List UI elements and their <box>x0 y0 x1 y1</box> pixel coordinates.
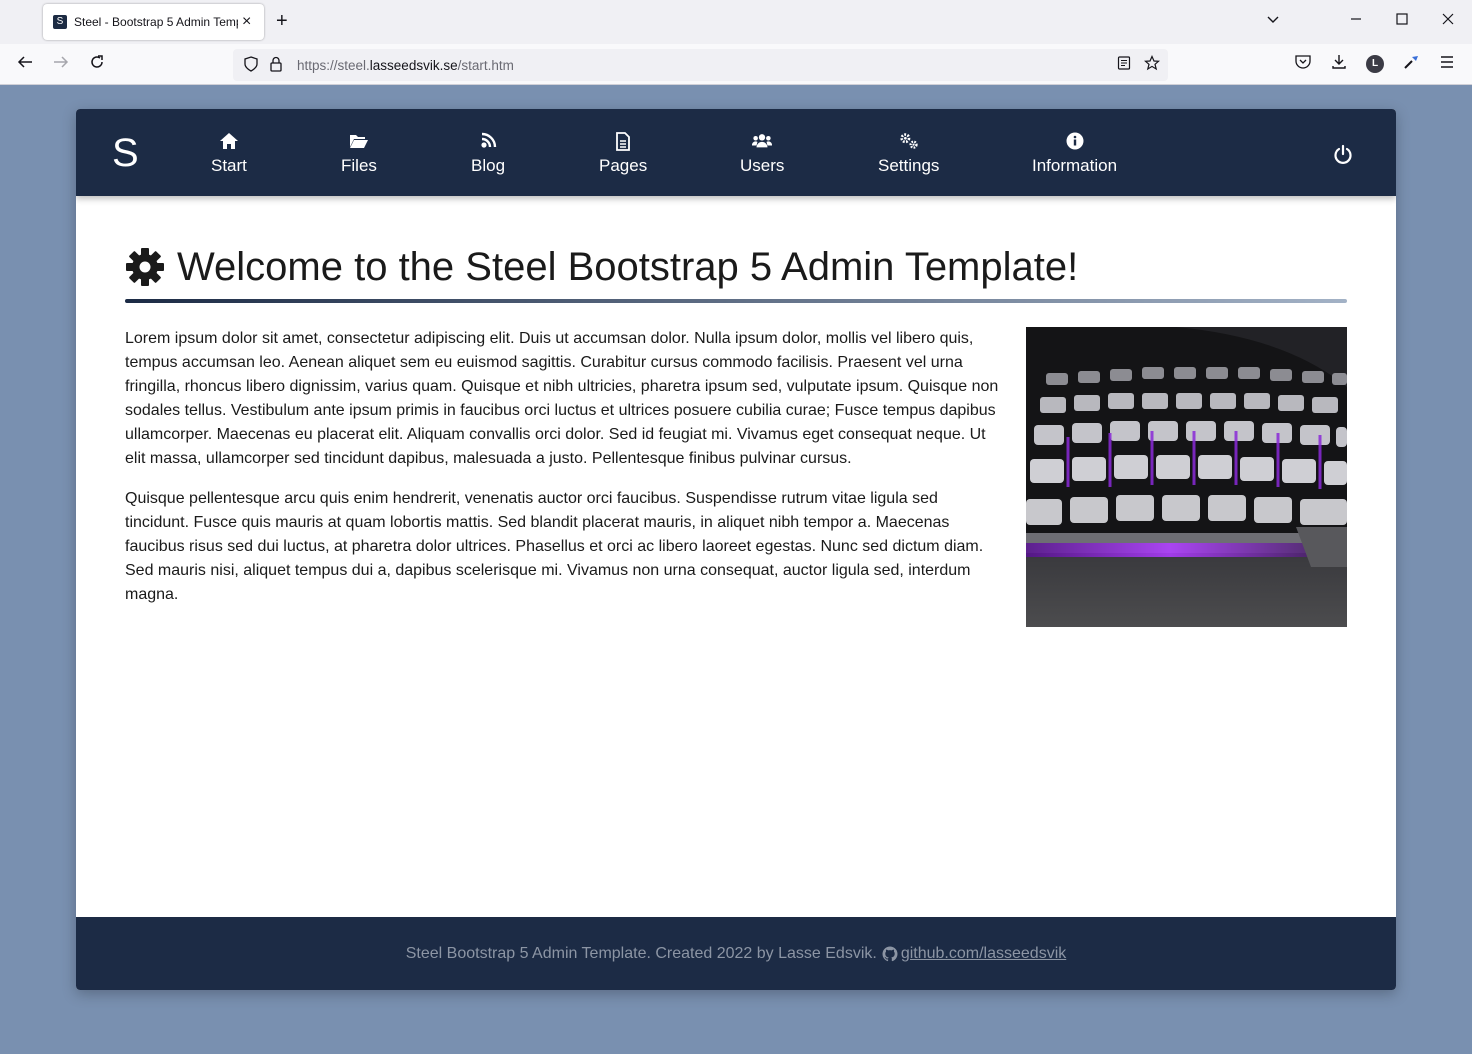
file-icon <box>613 131 633 151</box>
nav-label: Files <box>341 156 377 175</box>
pocket-icon[interactable] <box>1294 53 1312 78</box>
browser-toolbar: https://steel.lasseedsvik.se/start.htm <box>0 44 1472 85</box>
gear-icon <box>126 248 164 286</box>
nav-item-files[interactable]: Files <box>341 131 377 176</box>
nav-label: Blog <box>471 156 506 175</box>
new-tab-icon[interactable]: + <box>276 11 288 31</box>
nav-item-users[interactable]: Users <box>740 131 784 176</box>
nav-item-settings[interactable]: Settings <box>878 131 939 176</box>
nav-label: Settings <box>878 156 940 175</box>
downloads-icon[interactable] <box>1330 53 1348 78</box>
footer: Steel Bootstrap 5 Admin Template. Create… <box>76 917 1396 990</box>
lock-icon[interactable] <box>269 56 283 75</box>
cogs-icon <box>899 131 919 151</box>
power-icon[interactable] <box>1332 144 1354 166</box>
folder-open-icon <box>349 131 369 151</box>
paragraph: Quisque pellentesque arcu quis enim hend… <box>125 490 984 603</box>
browser-tab[interactable]: S Steel - Bootstrap 5 Admin Temp × <box>43 4 264 40</box>
github-icon <box>882 946 898 961</box>
favicon-icon: S <box>53 15 67 29</box>
bookmark-star-icon[interactable] <box>1143 55 1161 75</box>
nav-item-blog[interactable]: Blog <box>471 131 505 176</box>
close-tab-icon[interactable]: × <box>242 14 251 30</box>
close-window-icon[interactable] <box>1441 12 1455 32</box>
maximize-icon[interactable] <box>1395 12 1409 32</box>
paragraph: Lorem ipsum dolor sit amet, consectetur … <box>125 330 999 467</box>
footer-text: Steel Bootstrap 5 Admin Template. Create… <box>405 944 877 962</box>
page-heading: Welcome to the Steel Bootstrap 5 Admin T… <box>125 241 1347 293</box>
nav-item-information[interactable]: Information <box>1032 131 1117 176</box>
main-content: Welcome to the Steel Bootstrap 5 Admin T… <box>125 241 1347 627</box>
nav-item-start[interactable]: Start <box>211 131 247 176</box>
extension-icon[interactable] <box>1402 53 1420 78</box>
address-bar[interactable]: https://steel.lasseedsvik.se/start.htm <box>233 49 1168 81</box>
keyboard-photo <box>1026 327 1347 627</box>
nav-label: Start <box>211 156 247 175</box>
nav-label: Users <box>740 156 785 175</box>
menu-hamburger-icon[interactable] <box>1438 53 1456 78</box>
shield-icon[interactable] <box>243 55 259 75</box>
reload-icon[interactable] <box>88 53 106 77</box>
account-avatar[interactable]: L <box>1366 55 1384 73</box>
back-icon[interactable] <box>16 53 34 77</box>
nav-item-pages[interactable]: Pages <box>599 131 647 176</box>
content-row: Lorem ipsum dolor sit amet, consectetur … <box>125 327 1347 627</box>
url-text: https://steel.lasseedsvik.se/start.htm <box>297 57 514 73</box>
nav-label: Pages <box>599 156 648 175</box>
browser-tab-strip: S Steel - Bootstrap 5 Admin Temp × + <box>0 0 1472 44</box>
minimize-icon[interactable] <box>1349 12 1363 32</box>
list-tabs-icon[interactable] <box>1266 12 1280 32</box>
nav-label: Information <box>1032 156 1118 175</box>
forward-icon[interactable] <box>52 53 70 77</box>
top-navigation: S Start Files Blog Pages Users Settings … <box>76 109 1396 196</box>
page-title: Welcome to the Steel Bootstrap 5 Admin T… <box>177 244 1079 289</box>
home-icon <box>219 131 239 151</box>
admin-app: S Start Files Blog Pages Users Settings … <box>76 109 1396 990</box>
heading-divider <box>125 299 1347 303</box>
tab-title: Steel - Bootstrap 5 Admin Temp <box>74 15 238 29</box>
users-icon <box>752 131 773 151</box>
info-circle-icon <box>1065 131 1085 151</box>
github-link[interactable]: github.com/lasseedsvik <box>901 945 1066 963</box>
reader-view-icon[interactable] <box>1116 55 1132 75</box>
rss-icon <box>478 131 498 151</box>
brand-logo[interactable]: S <box>112 129 139 177</box>
text-column: Lorem ipsum dolor sit amet, consectetur … <box>125 327 1003 607</box>
